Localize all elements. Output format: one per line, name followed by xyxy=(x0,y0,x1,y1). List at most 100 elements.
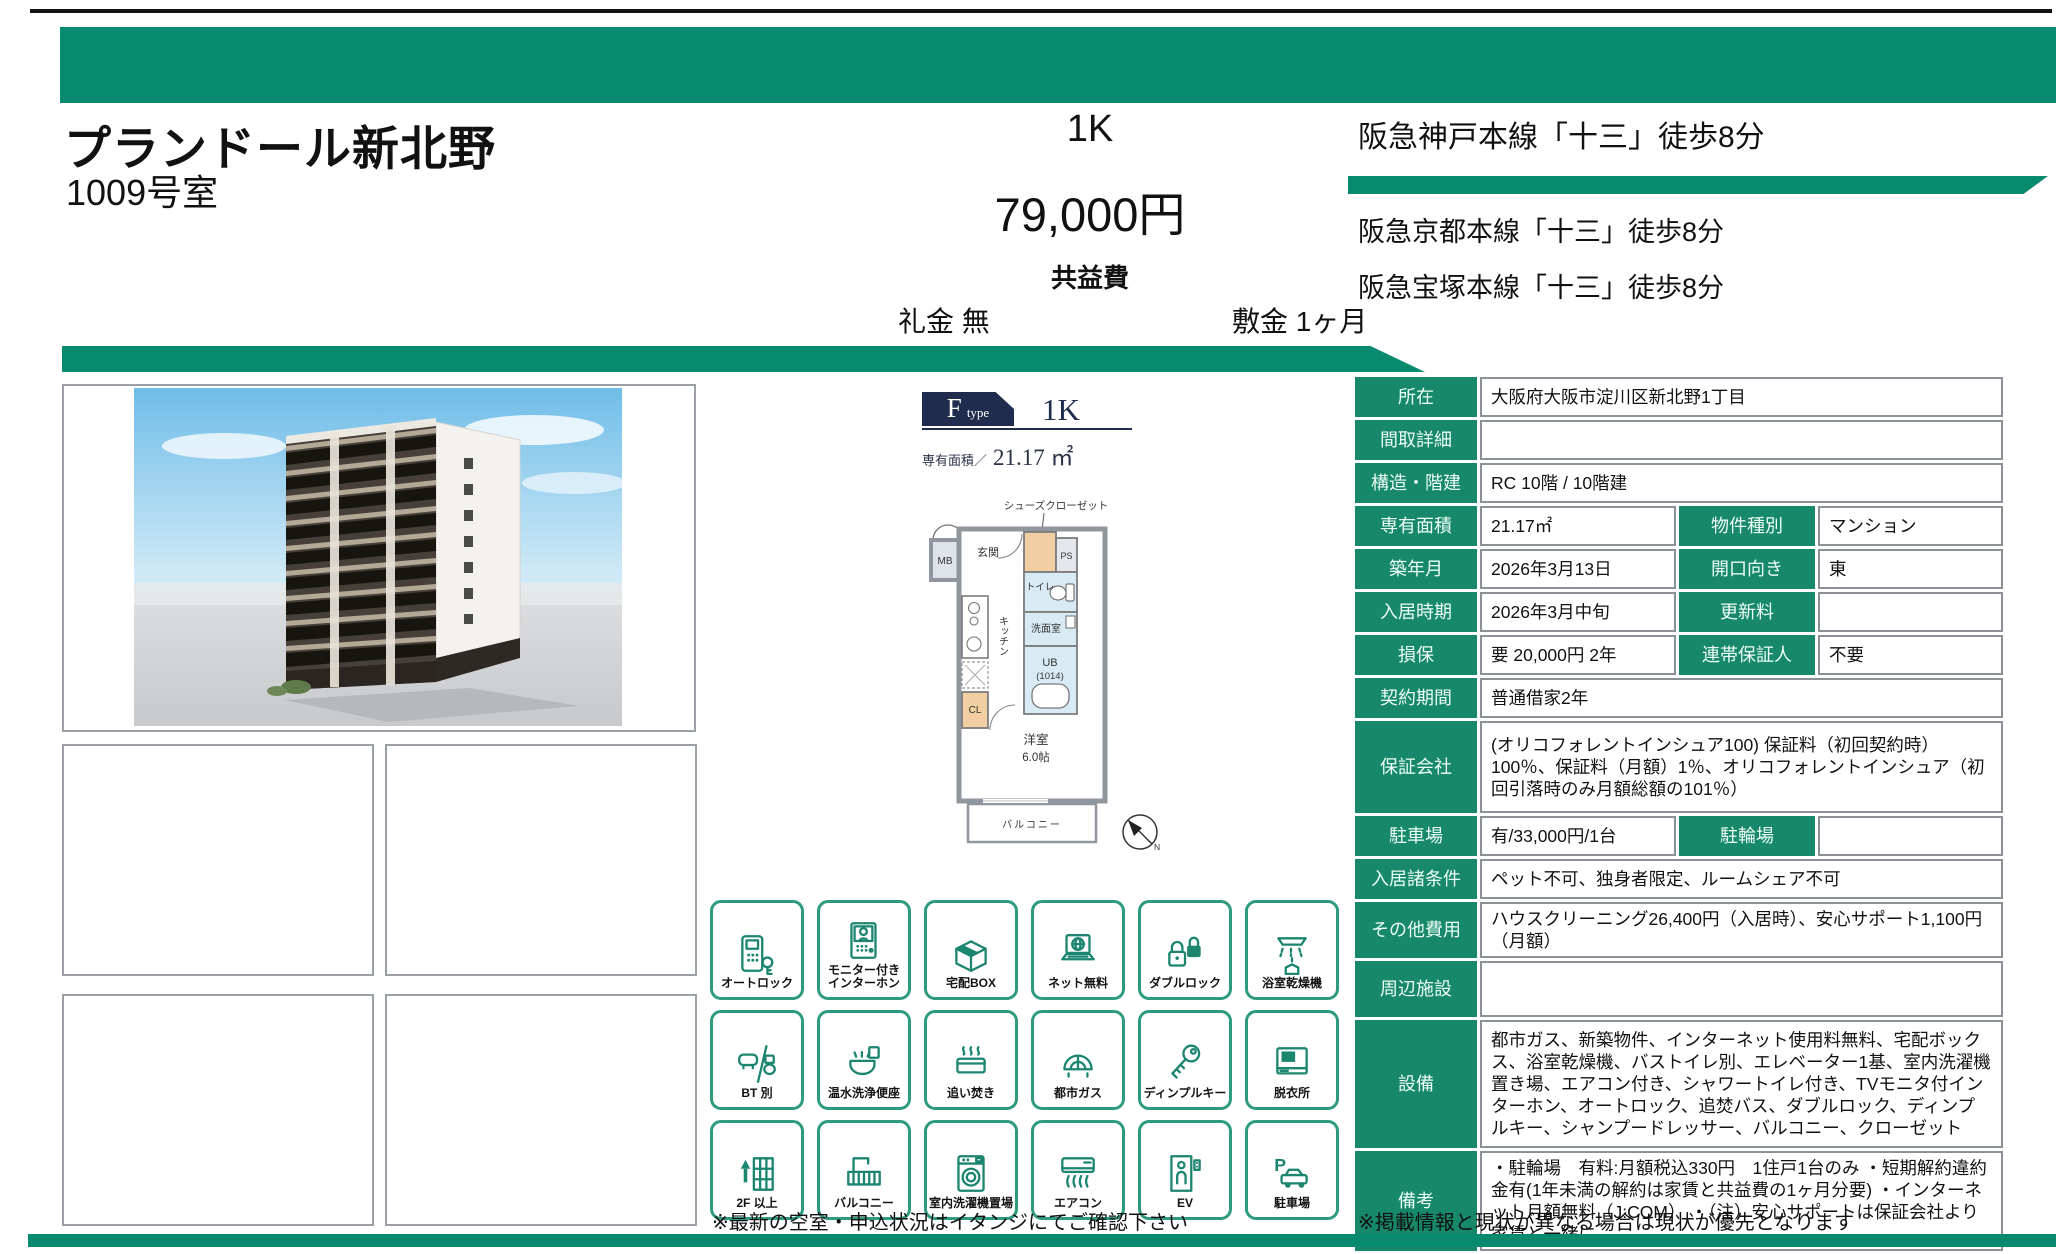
row-value-2: 東 xyxy=(1818,549,2003,589)
photo-placeholder-1 xyxy=(62,744,374,976)
bath-dryer-icon xyxy=(1269,931,1315,977)
floorplan-layout: 1K xyxy=(1042,394,1080,426)
floorplan-header: F type 1K 専有面積／ 21.17 ㎡ xyxy=(922,392,1182,472)
amenity-city-gas: 都市ガス xyxy=(1031,1010,1125,1110)
row-label: 損保 xyxy=(1355,635,1477,675)
row-value xyxy=(1480,420,2003,460)
row-label: 設備 xyxy=(1355,1020,1477,1148)
amenity-grid: オートロック モニター付きインターホン 宅配BOX ネット無料 ダブルロック xyxy=(710,900,1350,1220)
dressing-room-icon xyxy=(1269,1041,1315,1087)
row-value: 都市ガス、新築物件、インターネット使用料無料、宅配ボックス、浴室乾燥機、バストイ… xyxy=(1480,1020,2003,1148)
washroom-label: 洗面室 xyxy=(1031,622,1061,635)
row-value: RC 10階 / 10階建 xyxy=(1480,463,2003,503)
table-row-move-in: 入居時期 2026年3月中旬 更新料 xyxy=(1355,592,2003,632)
internet-icon xyxy=(1055,931,1101,977)
row-label-2: 駐輪場 xyxy=(1679,816,1815,856)
amenity-washlet: 温水洗浄便座 xyxy=(817,1010,911,1110)
amenity-dressing-room: 脱衣所 xyxy=(1245,1010,1339,1110)
row-label: 専有面積 xyxy=(1355,506,1477,546)
amenity-monitor-intercom: モニター付きインターホン xyxy=(817,900,911,1000)
cl-label: CL xyxy=(969,705,982,716)
access-line-main: 阪急神戸本線「十三」徒歩8分 xyxy=(1358,112,1765,156)
section-divider-strip xyxy=(62,346,1425,372)
row-value-2: 不要 xyxy=(1818,635,2003,675)
parking-icon: P xyxy=(1269,1151,1315,1197)
genkan-label: 玄関 xyxy=(977,545,999,559)
table-row-built: 築年月 2026年3月13日 開口向き 東 xyxy=(1355,549,2003,589)
table-row-surroundings: 周辺施設 xyxy=(1355,961,2003,1017)
row-value: 21.17㎡ xyxy=(1480,506,1676,546)
row-label-2: 開口向き xyxy=(1679,549,1815,589)
common-fee-label: 共益費 xyxy=(980,258,1200,295)
washlet-icon xyxy=(841,1041,887,1087)
rent-amount: 79,000円 xyxy=(930,176,1250,245)
row-value: ペット不可、独身者限定、ルームシェア不可 xyxy=(1480,859,2003,899)
amenity-dimple-key: ディンプルキー xyxy=(1138,1010,1232,1110)
amenity-aircon: エアコン xyxy=(1031,1120,1125,1220)
mb-label: MB xyxy=(938,556,953,567)
photo-placeholder-4 xyxy=(385,994,697,1226)
row-value-2 xyxy=(1818,592,2003,632)
row-label: 入居時期 xyxy=(1355,592,1477,632)
table-row-insurance: 損保 要 20,000円 2年 連帯保証人 不要 xyxy=(1355,635,2003,675)
row-label: 保証会社 xyxy=(1355,721,1477,813)
footer-note-right: ※掲載情報と現状が異なる場合は現状が優先となります xyxy=(1358,1206,1854,1235)
table-row-guarantor-company: 保証会社 (オリコフォレントインシュア100) 保証料（初回契約時）100％、保… xyxy=(1355,721,2003,813)
floorplan-drawing: シューズクローゼット MB 玄関 PS トイレ 洗面室 UB (1014) キッ… xyxy=(928,498,1178,870)
table-row-location: 所在 大阪府大阪市淀川区新北野1丁目 xyxy=(1355,377,2003,417)
amenity-bath-dryer: 浴室乾燥機 xyxy=(1245,900,1339,1000)
row-value-2: マンション xyxy=(1818,506,2003,546)
photo-placeholder-3 xyxy=(62,994,374,1226)
detail-table: 所在 大阪府大阪市淀川区新北野1丁目 間取詳細 構造・階建 RC 10階 / 1… xyxy=(1355,377,2003,1254)
key-money: 礼金 無 xyxy=(898,300,990,340)
ub-size-label: (1014) xyxy=(1036,671,1063,682)
row-label-2: 物件種別 xyxy=(1679,506,1815,546)
amenity-indoor-laundry: 室内洗濯機置場 xyxy=(924,1120,1018,1220)
amenity-bath-toilet-separate: BT 別 xyxy=(710,1010,804,1110)
row-value: 要 20,000円 2年 xyxy=(1480,635,1676,675)
autolock-icon xyxy=(734,931,780,977)
amenity-free-internet: ネット無料 xyxy=(1031,900,1125,1000)
reheating-bath-icon xyxy=(948,1041,994,1087)
row-value: ハウスクリーニング26,400円（入居時）、安心サポート1,100円（月額） xyxy=(1480,902,2003,958)
amenity-parking: P 駐車場 xyxy=(1245,1120,1339,1220)
city-gas-icon xyxy=(1055,1041,1101,1087)
dimple-key-icon xyxy=(1162,1041,1208,1087)
amenity-2f-or-above: 2F 以上 xyxy=(710,1120,804,1220)
row-label: 所在 xyxy=(1355,377,1477,417)
row-label: 築年月 xyxy=(1355,549,1477,589)
row-value: 普通借家2年 xyxy=(1480,678,2003,718)
building-photo xyxy=(134,388,622,726)
photo-placeholder-2 xyxy=(385,744,697,976)
table-row-layout-detail: 間取詳細 xyxy=(1355,420,2003,460)
area-value: 21.17 ㎡ xyxy=(993,438,1074,472)
footer-note-left: ※最新の空室・申込状況はイタンジにてご確認下さい xyxy=(712,1206,1188,1235)
ub-label: UB xyxy=(1042,657,1057,669)
row-value xyxy=(1480,961,2003,1017)
row-label: 構造・階建 xyxy=(1355,463,1477,503)
row-label: 契約期間 xyxy=(1355,678,1477,718)
area-label: 専有面積／ xyxy=(922,450,987,469)
footer-green-bar xyxy=(28,1234,2056,1247)
balcony-icon xyxy=(841,1151,887,1197)
room-label: 洋室 xyxy=(1023,732,1048,747)
row-value: (オリコフォレントインシュア100) 保証料（初回契約時）100％、保証料（月額… xyxy=(1480,721,2003,813)
room-number: 1009号室 xyxy=(66,164,218,216)
row-value: 2026年3月中旬 xyxy=(1480,592,1676,632)
row-value: 2026年3月13日 xyxy=(1480,549,1676,589)
elevator-icon xyxy=(1162,1151,1208,1197)
access-line-3: 阪急宝塚本線「十三」徒歩8分 xyxy=(1358,266,1724,305)
main-photo-frame xyxy=(62,384,696,732)
amenity-delivery-box: 宅配BOX xyxy=(924,900,1018,1000)
amenity-double-lock: ダブルロック xyxy=(1138,900,1232,1000)
north-label: N xyxy=(1154,842,1160,852)
double-lock-icon xyxy=(1162,931,1208,977)
layout-type: 1K xyxy=(980,108,1200,151)
balcony-label: バルコニー xyxy=(1002,819,1062,831)
table-row-parking: 駐車場 有/33,000円/1台 駐輪場 xyxy=(1355,816,2003,856)
row-value: 大阪府大阪市淀川区新北野1丁目 xyxy=(1480,377,2003,417)
second-floor-icon xyxy=(734,1151,780,1197)
monitor-intercom-icon xyxy=(841,918,887,964)
amenity-autolock: オートロック xyxy=(710,900,804,1000)
amenity-reheating-bath: 追い焚き xyxy=(924,1010,1018,1110)
